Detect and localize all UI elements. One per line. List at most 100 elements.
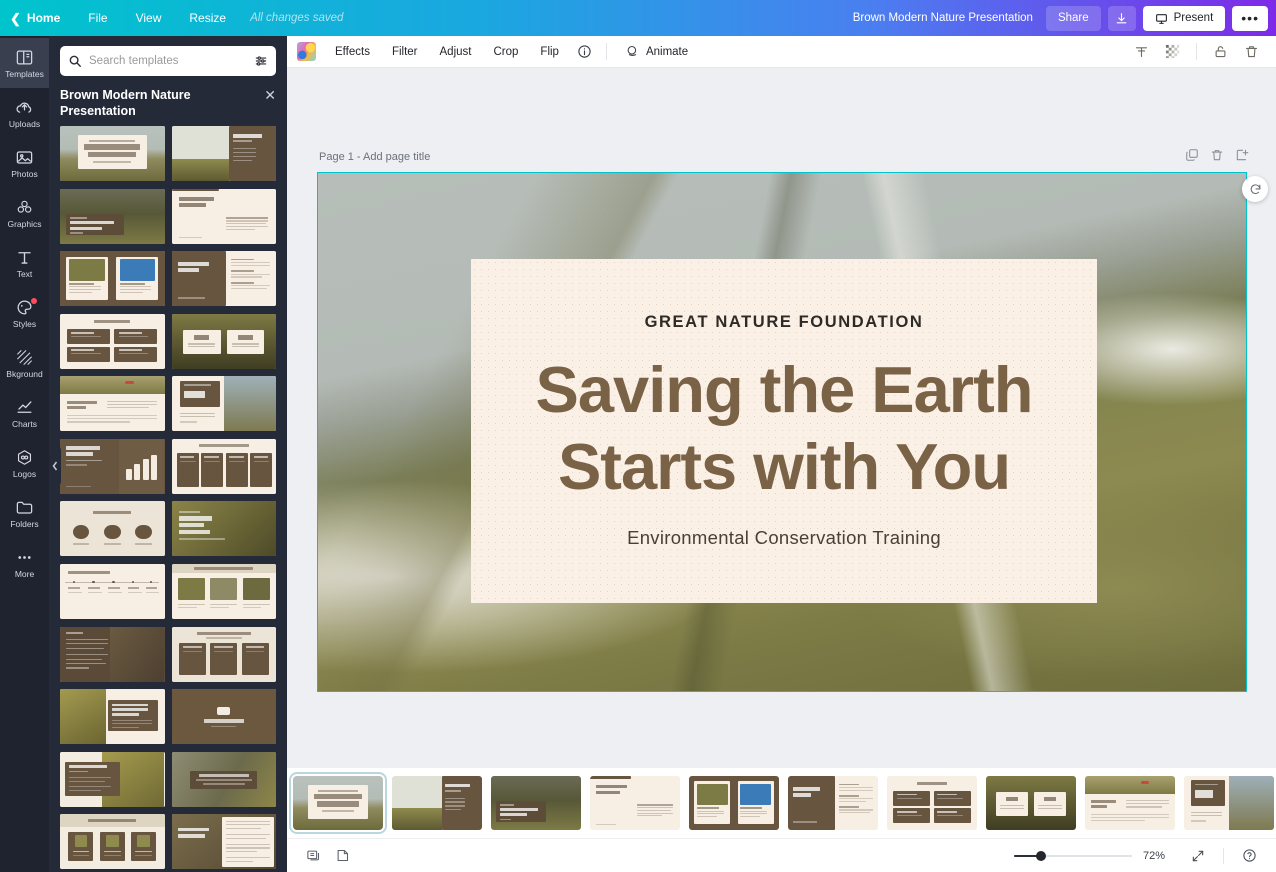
template-thumbnail-get-to-know-our-team[interactable] <box>60 814 165 869</box>
filmstrip-slide-7-conservation-practices[interactable] <box>887 776 977 830</box>
rail-item-label: Text <box>17 270 33 279</box>
editor-area: Effects Filter Adjust Crop Flip Animate <box>287 36 1276 872</box>
rail-item-label: Logos <box>13 470 36 479</box>
template-thumbnail-threats-to-wildlife[interactable] <box>172 251 277 306</box>
folder-icon <box>15 498 34 517</box>
slide-subheadline[interactable]: Environmental Conservation Training <box>627 527 941 549</box>
template-thumbnail-saving-the-earth-title[interactable] <box>60 126 165 181</box>
rail-item-uploads[interactable]: Uploads <box>0 88 49 138</box>
search-input[interactable] <box>89 55 247 67</box>
menu-resize[interactable]: Resize <box>175 0 240 36</box>
delete-page-icon[interactable] <box>1210 148 1224 162</box>
template-thumbnail-marianna-joyner[interactable] <box>60 752 165 807</box>
rail-item-graphics[interactable]: Graphics <box>0 188 49 238</box>
rail-item-folders[interactable]: Folders <box>0 488 49 538</box>
rail-item-charts[interactable]: Charts <box>0 388 49 438</box>
add-page-icon[interactable] <box>1235 148 1249 162</box>
filmstrip-slide-3-quote[interactable] <box>491 776 581 830</box>
lock-icon[interactable] <box>1206 40 1235 63</box>
info-icon[interactable] <box>570 40 599 63</box>
template-thumbnail-earth-common-ground-quote[interactable] <box>60 189 165 244</box>
share-button[interactable]: Share <box>1046 6 1101 31</box>
filmstrip-slide-5-two-image[interactable] <box>689 776 779 830</box>
filmstrip-slide-10-stat-26[interactable] <box>1184 776 1274 830</box>
crop-label: Crop <box>493 46 518 58</box>
image-thumbnail[interactable] <box>297 42 316 61</box>
template-thumbnail-ocean-acidification[interactable] <box>60 439 165 494</box>
home-button[interactable]: ❮ Home <box>0 0 74 36</box>
position-icon[interactable] <box>1127 40 1156 63</box>
rail-item-logos[interactable]: Logos <box>0 438 49 488</box>
top-bar-actions: Brown Modern Nature Presentation Share P… <box>853 6 1276 31</box>
zoom-slider[interactable] <box>1014 849 1132 863</box>
rail-item-bkground[interactable]: Bkground <box>0 338 49 388</box>
template-thumbnail-wildlife-conservation[interactable] <box>172 189 277 244</box>
download-button[interactable] <box>1108 6 1136 31</box>
filmstrip-slide-2-training-structure[interactable] <box>392 776 482 830</box>
more-options-button[interactable]: ••• <box>1232 6 1268 31</box>
template-thumbnail-history-of-ecotourism[interactable] <box>60 564 165 619</box>
panel-collapse-handle[interactable] <box>49 444 61 488</box>
template-thumbnail-nature-quote-overlay[interactable] <box>172 752 277 807</box>
template-thumbnail-enjoying-nature-responsibly[interactable] <box>172 501 277 556</box>
bottom-bar: 72% <box>287 838 1276 872</box>
slide-text-card[interactable]: GREAT NATURE FOUNDATION Saving the Earth… <box>471 259 1097 603</box>
slide-canvas[interactable]: GREAT NATURE FOUNDATION Saving the Earth… <box>318 173 1246 691</box>
adjust-button[interactable]: Adjust <box>429 41 483 63</box>
template-thumbnail-principles-of-ecotourism[interactable] <box>172 627 277 682</box>
filmstrip-slide-4-wildlife-conservation[interactable] <box>590 776 680 830</box>
template-thumbnail-effects-on-wildlife[interactable] <box>60 376 165 431</box>
grid-view-icon[interactable] <box>299 845 328 866</box>
template-thumbnail-two-image-compare[interactable] <box>60 251 165 306</box>
menu-view[interactable]: View <box>122 0 176 36</box>
slide-filmstrip[interactable] <box>287 768 1276 838</box>
template-thumbnail-conservation-practices[interactable] <box>60 314 165 369</box>
document-title[interactable]: Brown Modern Nature Presentation <box>853 12 1033 24</box>
present-button[interactable]: Present <box>1143 6 1226 31</box>
template-thumbnail-our-priority-list[interactable] <box>60 501 165 556</box>
slide-eyebrow[interactable]: GREAT NATURE FOUNDATION <box>645 313 924 332</box>
search-box[interactable] <box>60 46 276 76</box>
effects-button[interactable]: Effects <box>324 41 381 63</box>
page-title-label[interactable]: Page 1 - Add page title <box>319 151 430 163</box>
template-thumbnail-dark-text-slide[interactable] <box>60 627 165 682</box>
rotate-handle-icon[interactable] <box>1242 176 1268 202</box>
filmstrip-slide-9-effects-on-wildlife[interactable] <box>1085 776 1175 830</box>
filmstrip-slide-1-title[interactable] <box>293 776 383 830</box>
template-thumbnail-stats-79-33[interactable] <box>172 314 277 369</box>
close-icon[interactable]: ✕ <box>264 87 276 102</box>
duplicate-page-icon[interactable] <box>1185 148 1199 162</box>
filmstrip-slide-6-threats-to-wildlife[interactable] <box>788 776 878 830</box>
template-thumbnail-your-challenge[interactable] <box>172 814 277 869</box>
notes-icon[interactable] <box>328 845 357 866</box>
filmstrip-slide-8-stats[interactable] <box>986 776 1076 830</box>
filter-button[interactable]: Filter <box>381 41 429 63</box>
crop-button[interactable]: Crop <box>482 41 529 63</box>
template-thumbnail-willing-to-travel-green[interactable] <box>60 689 165 744</box>
rail-item-styles[interactable]: Styles <box>0 288 49 338</box>
rail-item-templates[interactable]: Templates <box>0 38 49 88</box>
rail-item-photos[interactable]: Photos <box>0 138 49 188</box>
template-grid <box>49 126 287 872</box>
zoom-slider-knob[interactable] <box>1036 851 1046 861</box>
trash-icon[interactable] <box>1237 40 1266 63</box>
template-thumbnail-restoration-case-studies[interactable] <box>172 689 277 744</box>
fullscreen-icon[interactable] <box>1184 846 1212 866</box>
animate-button[interactable]: Animate <box>614 39 699 64</box>
menu-file[interactable]: File <box>74 0 121 36</box>
slide-headline[interactable]: Saving the Earth Starts with You <box>536 352 1033 505</box>
filter-sliders-icon[interactable] <box>254 54 268 68</box>
flip-label: Flip <box>540 46 559 58</box>
transparency-icon[interactable] <box>1158 40 1187 63</box>
rail-item-more[interactable]: More <box>0 538 49 588</box>
flip-button[interactable]: Flip <box>529 41 570 63</box>
zoom-percentage[interactable]: 72% <box>1143 850 1173 862</box>
help-icon[interactable] <box>1235 845 1264 866</box>
template-thumbnail-countering-ocean-acidification[interactable] <box>172 439 277 494</box>
template-thumbnail-stat-26-percent[interactable] <box>172 376 277 431</box>
chevron-left-icon <box>52 461 58 471</box>
graphics-icon <box>15 198 34 217</box>
template-thumbnail-choosing-eco-friendly[interactable] <box>172 564 277 619</box>
rail-item-text[interactable]: Text <box>0 238 49 288</box>
template-thumbnail-training-structure[interactable] <box>172 126 277 181</box>
